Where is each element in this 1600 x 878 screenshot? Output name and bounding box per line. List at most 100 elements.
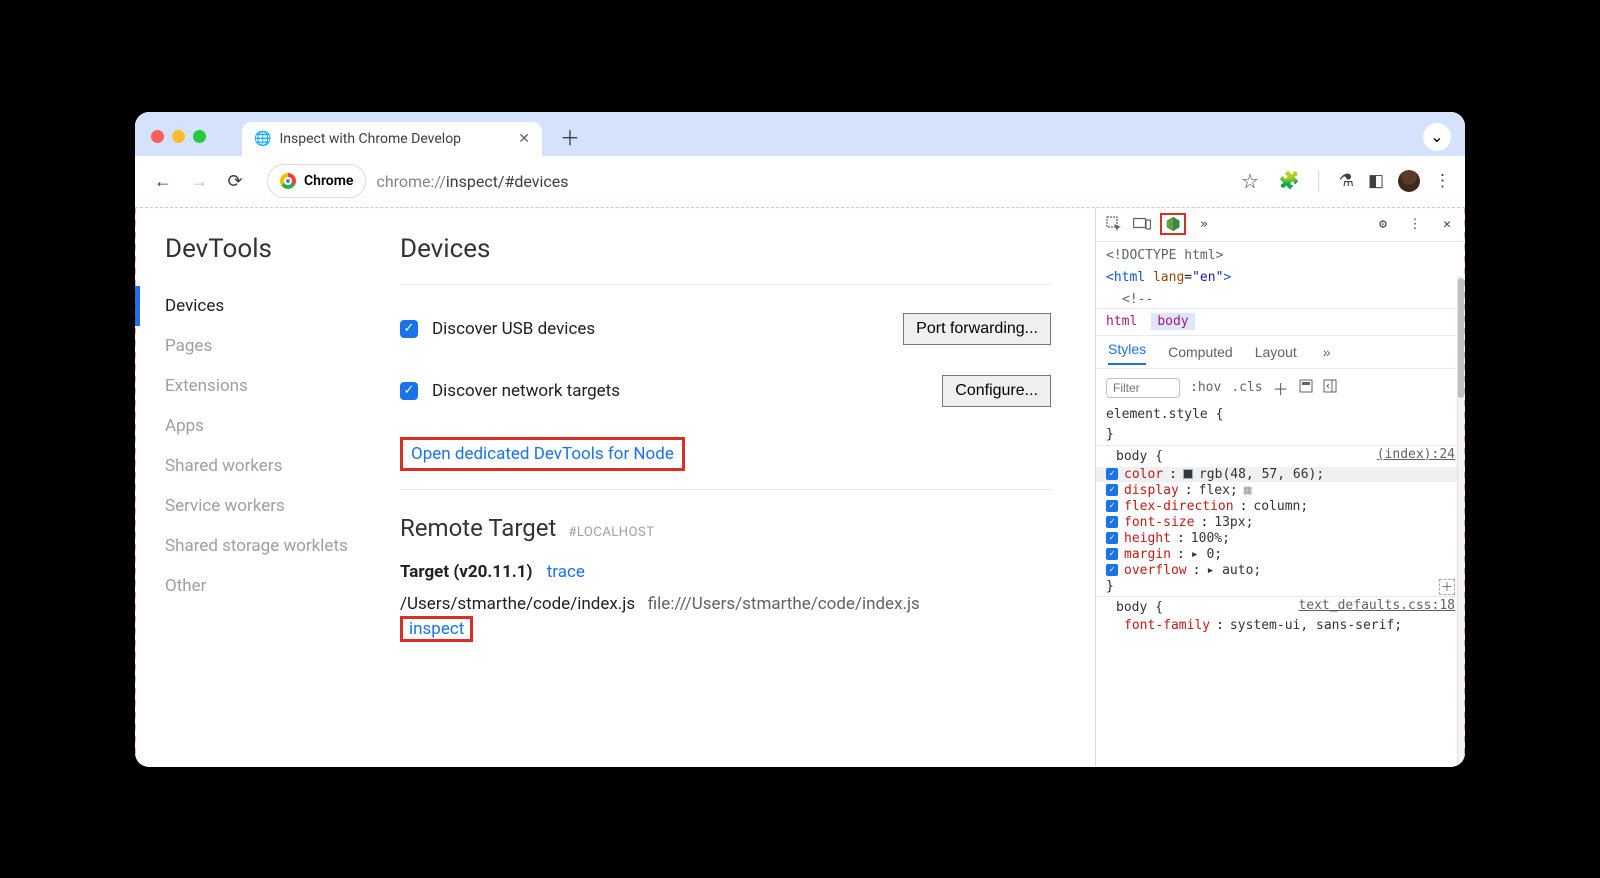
source-link-2[interactable]: text_defaults.css:18 [1298,598,1455,617]
sidebar-item-other[interactable]: Other [135,566,400,606]
minimize-window-icon[interactable] [172,130,185,143]
omnibox[interactable]: Chrome chrome://inspect/#devices ☆ [267,164,1265,198]
element-style-close: } [1096,425,1465,444]
browser-window: 🌐 Inspect with Chrome Develop ✕ ＋ ⌄ ← → … [135,112,1465,767]
new-tab-button[interactable]: ＋ [550,118,590,155]
omnibox-chip-label: Chrome [304,173,353,189]
body-rule-close: } ＋ [1096,579,1465,595]
content-area: DevTools Devices Pages Extensions Apps S… [135,208,1465,767]
discover-network-label: Discover network targets [432,381,620,401]
back-button[interactable]: ← [149,167,177,195]
tab-title: Inspect with Chrome Develop [279,131,461,147]
prop-height[interactable]: ✓height: 100%; [1096,531,1465,546]
crumb-body[interactable]: body [1151,313,1194,330]
styles-filter-input[interactable] [1106,378,1180,398]
toggle-sidebar-icon[interactable] [1323,379,1337,397]
sidebar-item-pages[interactable]: Pages [135,326,400,366]
prop-flex-direction[interactable]: ✓flex-direction: column; [1096,499,1465,514]
scrollbar-thumb[interactable] [1458,278,1464,398]
hov-toggle[interactable]: :hov [1190,380,1221,395]
html-open-tag[interactable]: <html lang="en"> [1096,270,1465,291]
sidebar-item-shared-storage-worklets[interactable]: Shared storage worklets [135,526,400,566]
tab-strip: 🌐 Inspect with Chrome Develop ✕ ＋ ⌄ [135,112,1465,156]
body-rule2-header: body { text_defaults.css:18 [1096,598,1465,617]
profile-avatar[interactable] [1398,170,1420,192]
doctype-line: <!DOCTYPE html> [1096,242,1465,269]
prop-font-family[interactable]: font-family: system-ui, sans-serif; [1096,618,1465,633]
discover-usb-checkbox[interactable]: ✓ [400,320,418,338]
crumb-html[interactable]: html [1106,314,1137,329]
cls-toggle[interactable]: .cls [1231,380,1262,395]
node-devtools-icon[interactable] [1160,213,1186,235]
chevron-down-icon: ⌄ [1430,127,1443,146]
computed-toggle-icon[interactable] [1299,379,1313,397]
close-window-icon[interactable] [151,130,164,143]
remote-target-heading: Remote Target [400,514,556,542]
sidebar-item-extensions[interactable]: Extensions [135,366,400,406]
labs-icon[interactable]: ⚗ [1339,171,1354,191]
dom-breadcrumbs: html body [1096,308,1465,336]
target-label: Target (v20.11.1) [400,562,532,582]
url-display: chrome://inspect/#devices [376,172,568,191]
omnibox-chip[interactable]: Chrome [267,164,366,198]
discover-network-checkbox[interactable]: ✓ [400,382,418,400]
flex-editor-icon[interactable]: ▦ [1244,483,1252,498]
target-url: file:///Users/stmarthe/code/index.js [648,594,920,614]
devices-heading: Devices [400,234,1051,264]
port-forwarding-button[interactable]: Port forwarding... [903,313,1051,345]
inspect-page: DevTools Devices Pages Extensions Apps S… [135,208,1095,767]
bookmark-star-icon[interactable]: ☆ [1235,169,1265,193]
globe-icon: 🌐 [254,131,271,147]
open-node-devtools-link[interactable]: Open dedicated DevTools for Node [411,444,674,464]
tabs-overflow-icon[interactable]: » [1323,344,1331,360]
remote-target-tag: #LOCALHOST [568,525,654,540]
tab-styles[interactable]: Styles [1108,341,1146,365]
close-tab-icon[interactable]: ✕ [518,131,530,147]
divider: │ [1314,171,1325,191]
sidebar-item-devices[interactable]: Devices [135,286,400,326]
remote-target-heading-row: Remote Target #LOCALHOST [400,490,1051,542]
toolbar: ← → ⟳ Chrome chrome://inspect/#devices ☆… [135,156,1465,208]
prop-color[interactable]: ✓color: rgb(48, 57, 66); [1096,467,1465,482]
menu-kebab-icon[interactable]: ⋮ [1434,171,1451,191]
element-style-rule[interactable]: element.style { [1096,405,1465,424]
sidebar-item-service-workers[interactable]: Service workers [135,486,400,526]
more-tabs-icon[interactable]: » [1194,217,1214,232]
trace-link[interactable]: trace [547,562,585,582]
inspect-element-icon[interactable] [1104,216,1124,232]
traffic-lights [151,130,206,143]
prop-overflow[interactable]: ✓overflow: ▸ auto; [1096,563,1465,578]
devtools-body: <!DOCTYPE html> <html lang="en"> <!-- ht… [1096,242,1465,767]
devtools-toolbar: » ⚙ ⋮ ✕ [1096,208,1465,242]
configure-button[interactable]: Configure... [942,375,1051,407]
open-node-callout: Open dedicated DevTools for Node [400,437,685,471]
sidebar: DevTools Devices Pages Extensions Apps S… [135,208,400,767]
prop-display[interactable]: ✓display: flex; ▦ [1096,483,1465,498]
tab-overflow-button[interactable]: ⌄ [1423,123,1451,151]
devtools-menu-icon[interactable]: ⋮ [1405,217,1425,232]
target-path: /Users/stmarthe/code/index.js [400,594,635,614]
chrome-icon [280,173,296,189]
tab-computed[interactable]: Computed [1168,344,1233,360]
styles-filter-row: :hov .cls ＋ [1096,370,1465,404]
reload-button[interactable]: ⟳ [221,167,249,195]
new-style-rule-icon[interactable]: ＋ [1273,376,1289,400]
body-rule-header: body { (index):24 [1096,447,1465,466]
inspect-link[interactable]: inspect [400,616,473,642]
tab-layout[interactable]: Layout [1255,344,1297,360]
add-property-icon[interactable]: ＋ [1439,579,1455,595]
prop-margin[interactable]: ✓margin: ▸ 0; [1096,547,1465,562]
devtools-close-icon[interactable]: ✕ [1437,217,1457,232]
sidebar-title: DevTools [165,234,400,264]
extensions-icon[interactable]: 🧩 [1279,171,1300,191]
side-panel-icon[interactable]: ◧ [1368,171,1384,191]
sidebar-item-apps[interactable]: Apps [135,406,400,446]
zoom-window-icon[interactable] [193,130,206,143]
prop-font-size[interactable]: ✓font-size: 13px; [1096,515,1465,530]
settings-icon[interactable]: ⚙ [1373,217,1393,232]
device-toolbar-icon[interactable] [1132,217,1152,231]
color-swatch-icon[interactable] [1183,469,1193,479]
browser-tab[interactable]: 🌐 Inspect with Chrome Develop ✕ [242,122,542,156]
source-link[interactable]: (index):24 [1377,447,1455,466]
sidebar-item-shared-workers[interactable]: Shared workers [135,446,400,486]
